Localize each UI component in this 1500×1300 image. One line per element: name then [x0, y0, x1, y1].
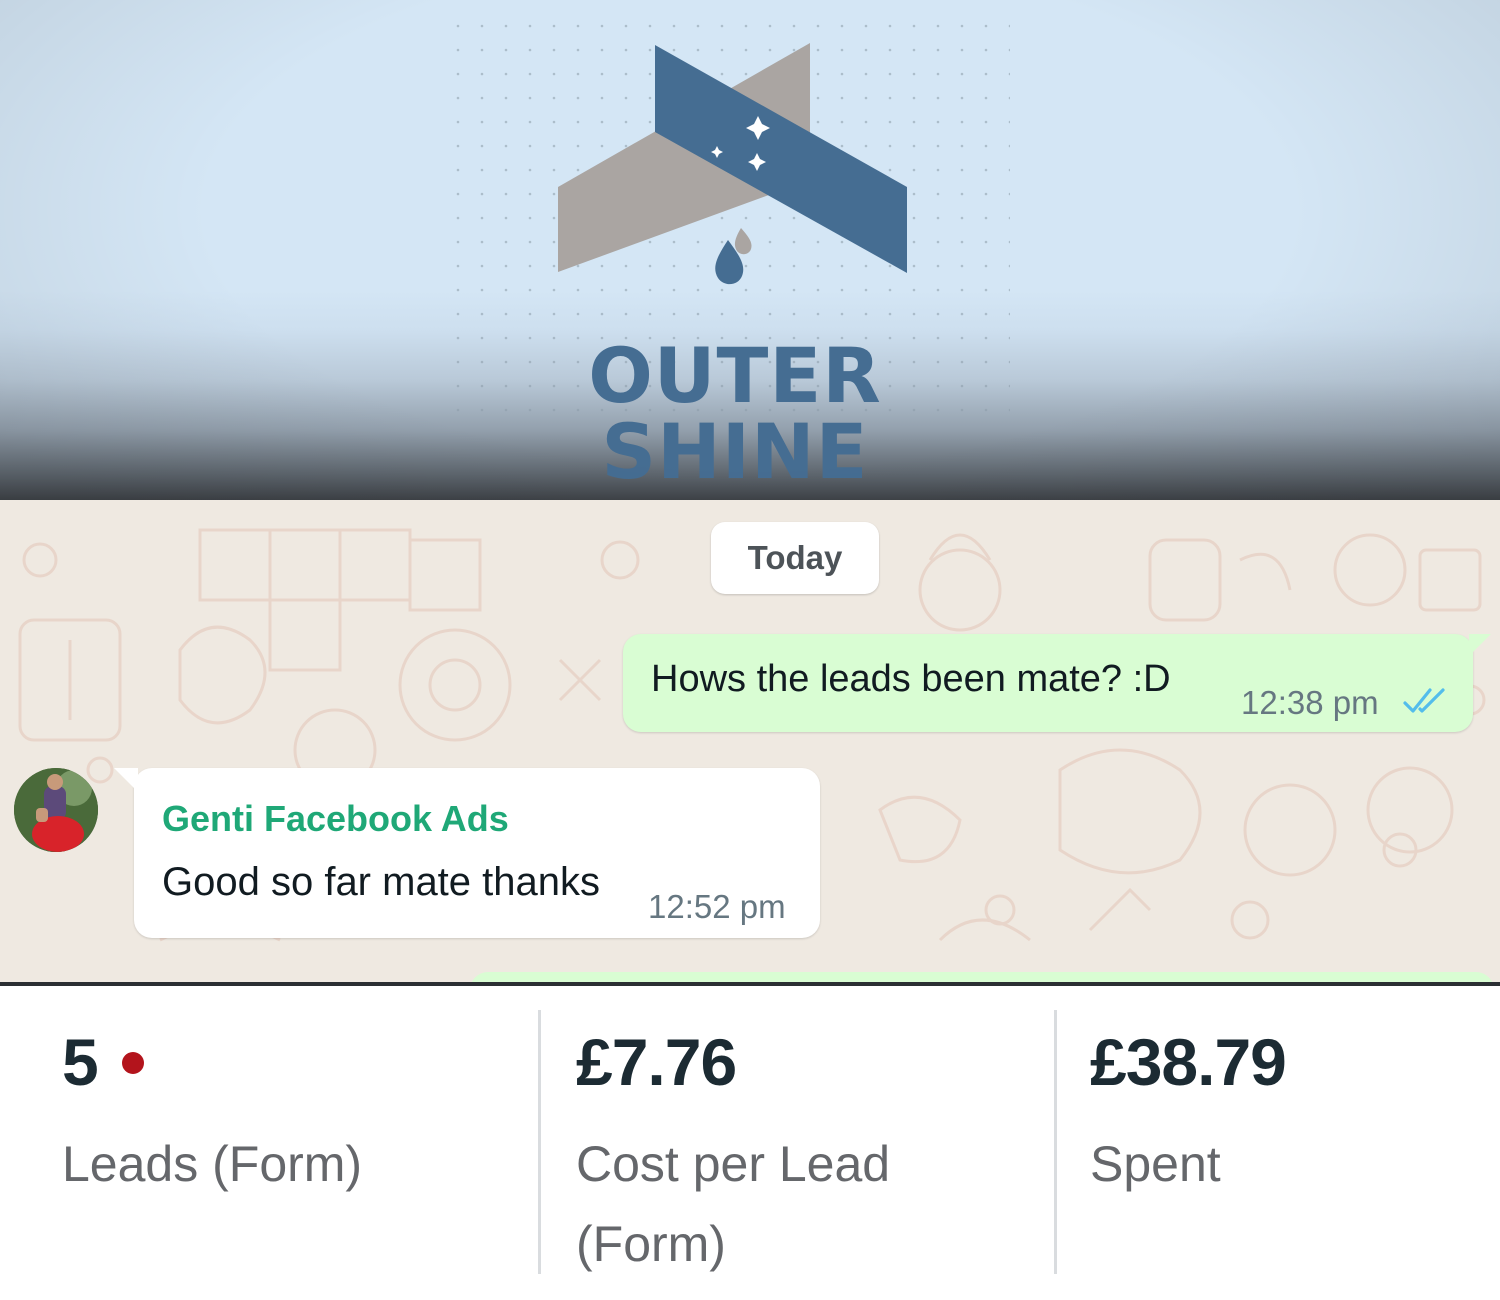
double-check-read-icon — [1403, 688, 1445, 713]
column-divider — [1054, 1010, 1057, 1274]
message-text: Hows the leads been mate? :D — [651, 658, 1171, 700]
stat-label-line2: (Form) — [576, 1216, 726, 1272]
stat-value: £7.76 — [576, 1025, 737, 1099]
incoming-message-bubble[interactable]: Genti Facebook Ads Good so far mate than… — [114, 768, 820, 938]
ad-results-summary: 5 Leads (Form) £7.76 Cost per Lead (Form… — [0, 982, 1500, 1300]
stat-value: £38.79 — [1090, 1025, 1287, 1099]
stat-label: Leads (Form) — [62, 1136, 363, 1192]
bubble-tail — [1469, 634, 1491, 656]
message-timestamp: 12:38 pm — [1241, 684, 1379, 721]
message-timestamp: 12:52 pm — [648, 888, 786, 925]
next-outgoing-bubble-partial — [470, 972, 1494, 982]
outgoing-message-bubble[interactable]: Hows the leads been mate? :D 12:38 pm — [623, 634, 1491, 732]
avatar-photo — [14, 768, 98, 852]
bubble-tail — [114, 768, 138, 792]
brand-banner: OUTER SHINE — [0, 0, 1500, 500]
sender-name[interactable]: Genti Facebook Ads — [162, 798, 509, 840]
sender-avatar[interactable] — [14, 768, 98, 852]
stat-value: 5 — [62, 1025, 99, 1099]
message-text: Good so far mate thanks — [162, 860, 601, 904]
chat-conversation[interactable]: Today Hows the leads been mate? :D 12:38… — [0, 500, 1500, 982]
red-dot-indicator — [122, 1052, 144, 1074]
stat-label: Spent — [1090, 1136, 1221, 1192]
column-divider — [538, 1010, 541, 1274]
stat-label-line1: Cost per Lead — [576, 1136, 891, 1192]
brand-name: OUTER SHINE — [588, 331, 882, 496]
date-separator-chip: Today — [711, 522, 879, 594]
